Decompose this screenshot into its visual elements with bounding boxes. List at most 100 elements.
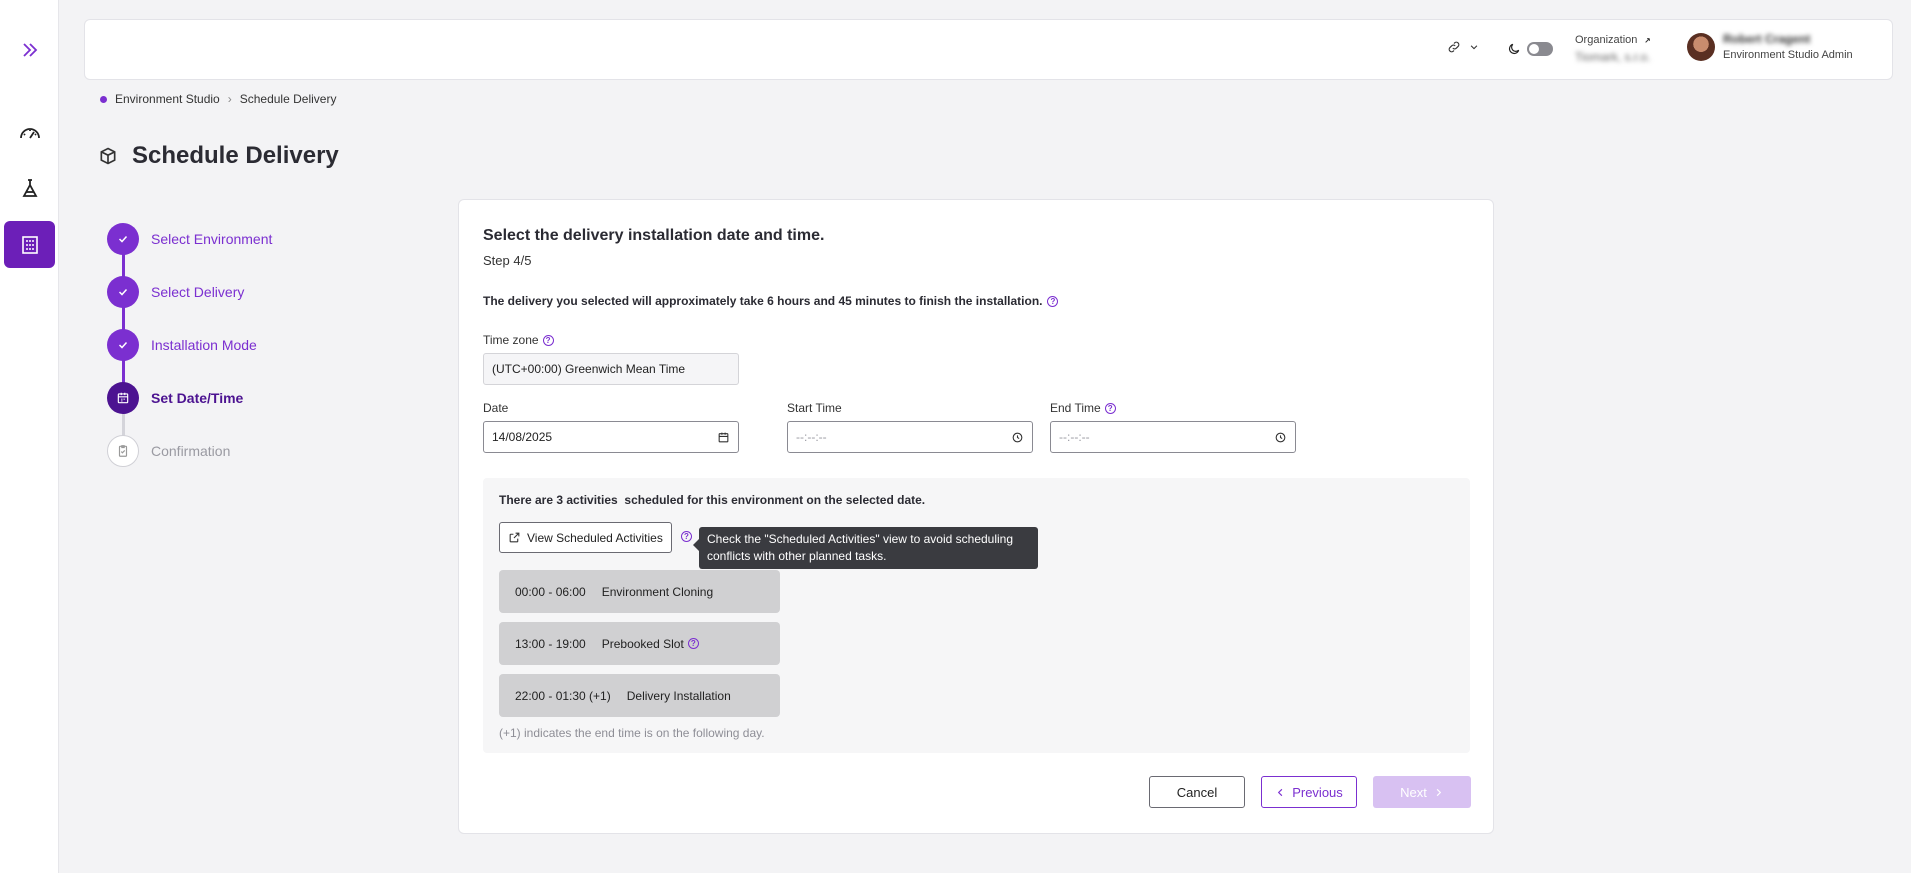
cancel-button[interactable]: Cancel [1149, 776, 1245, 808]
help-icon[interactable]: ? [1047, 295, 1059, 307]
previous-button[interactable]: Previous [1261, 776, 1357, 808]
left-rail [0, 0, 59, 873]
activity-name-row: Delivery Installation [627, 689, 731, 703]
start-time-label-text: Start Time [787, 401, 842, 415]
step-set-date-time[interactable]: Set Date/Time [107, 382, 243, 414]
next-label: Next [1400, 784, 1427, 800]
date-label-text: Date [483, 401, 509, 415]
help-icon[interactable]: ? [1104, 402, 1116, 414]
activity-item: 00:00 - 06:00 Environment Cloning [499, 570, 780, 613]
clock-icon[interactable] [1011, 431, 1024, 444]
check-icon [107, 223, 139, 255]
timezone-label-text: Time zone [483, 333, 539, 347]
user-menu[interactable]: Robert Cragent Environment Studio Admin [1687, 32, 1853, 61]
building-icon [21, 235, 38, 254]
rail-item-dashboard[interactable] [4, 109, 55, 156]
scheduled-activities-panel: There are 3 activities scheduled for thi… [483, 478, 1470, 753]
link-icon [1448, 41, 1460, 53]
stepper-connector [122, 253, 125, 277]
activity-name: Prebooked Slot [601, 636, 684, 651]
cancel-label: Cancel [1176, 784, 1218, 800]
moon-icon [1509, 43, 1520, 54]
step-label: Select Delivery [151, 284, 245, 300]
end-time-label-text: End Time [1050, 401, 1101, 415]
step-label: Confirmation [151, 443, 231, 459]
clipboard-check-icon [107, 435, 139, 467]
calendar-icon[interactable] [717, 431, 730, 444]
form-step-indicator: Step 4/5 [483, 253, 532, 268]
timezone-label: Time zone ? [483, 333, 554, 347]
activities-footnote: (+1) indicates the end time is on the fo… [499, 726, 765, 740]
help-icon[interactable]: ? [542, 334, 554, 346]
previous-label: Previous [1292, 784, 1343, 800]
date-value: 14/08/2025 [492, 430, 553, 444]
step-label: Installation Mode [151, 337, 257, 353]
top-header: Organization Tiomark, s.r.o. Robert Crag… [84, 19, 1893, 80]
chevron-right-icon [1436, 788, 1442, 796]
view-scheduled-activities-button[interactable]: View Scheduled Activities [499, 522, 672, 553]
step-label: Select Environment [151, 231, 273, 247]
check-icon [107, 329, 139, 361]
timezone-field: (UTC+00:00) Greenwich Mean Time [483, 353, 739, 385]
step-installation-mode[interactable]: Installation Mode [107, 329, 257, 361]
activity-time: 13:00 - 19:00 [515, 636, 586, 651]
flask-icon [21, 178, 38, 197]
stepper-connector [122, 412, 125, 436]
dark-mode-switch[interactable] [1527, 42, 1553, 56]
organization-label-row: Organization [1575, 34, 1652, 46]
expand-rail-button[interactable] [4, 26, 55, 73]
check-icon [107, 276, 139, 308]
help-icon[interactable]: ? [687, 638, 699, 649]
step-label: Set Date/Time [151, 390, 244, 406]
avatar [1687, 32, 1715, 61]
activity-time: 22:00 - 01:30 (+1) [515, 688, 611, 703]
activity-name-row: Environment Cloning [602, 585, 713, 599]
tooltip: Check the "Scheduled Activities" view to… [693, 527, 1038, 569]
activity-name: Delivery Installation [626, 688, 731, 703]
start-time-input[interactable]: --:--:-- [787, 421, 1033, 453]
date-label: Date [483, 401, 508, 415]
duration-note-text: The delivery you selected will approxima… [483, 294, 1043, 308]
theme-toggle[interactable] [1507, 42, 1553, 56]
breadcrumb-root-link[interactable]: Environment Studio [115, 92, 220, 106]
rail-item-lab[interactable] [4, 165, 55, 212]
chevron-down-icon [1470, 45, 1478, 50]
view-scheduled-activities-label: View Scheduled Activities [527, 530, 663, 545]
duration-note: The delivery you selected will approxima… [483, 294, 1059, 308]
schedule-form-card: Select the delivery installation date an… [458, 199, 1494, 834]
chevron-left-icon [1278, 788, 1283, 796]
step-select-environment[interactable]: Select Environment [107, 223, 272, 255]
activity-time: 00:00 - 06:00 [515, 584, 586, 599]
date-input[interactable]: 14/08/2025 [483, 421, 739, 453]
end-time-input[interactable]: --:--:-- [1050, 421, 1296, 453]
activities-title: There are 3 activities scheduled for thi… [499, 493, 926, 507]
user-role: Environment Studio Admin [1723, 49, 1853, 61]
form-title: Select the delivery installation date an… [483, 227, 825, 244]
breadcrumb-current: Schedule Delivery [239, 92, 337, 106]
organization-switcher[interactable]: Organization Tiomark, s.r.o. [1575, 34, 1652, 64]
swap-icon [1645, 37, 1651, 43]
start-time-label: Start Time [787, 401, 842, 415]
next-button[interactable]: Next [1373, 776, 1471, 808]
step-confirmation: Confirmation [107, 435, 230, 467]
step-select-delivery[interactable]: Select Delivery [107, 276, 244, 308]
calendar-icon [107, 382, 139, 414]
stepper-connector [122, 306, 125, 330]
user-info: Robert Cragent Environment Studio Admin [1723, 32, 1853, 61]
activity-name: Environment Cloning [601, 584, 714, 599]
link-menu-button[interactable] [1447, 40, 1479, 54]
start-time-placeholder: --:--:-- [796, 430, 827, 444]
activity-item: 13:00 - 19:00 Prebooked Slot ? [499, 622, 780, 665]
clock-icon[interactable] [1274, 431, 1287, 444]
breadcrumb-separator-icon: › [227, 92, 232, 106]
speedometer-icon [19, 127, 40, 138]
help-icon[interactable]: ? [681, 531, 692, 542]
organization-value: Tiomark, s.r.o. [1575, 50, 1651, 64]
package-icon [100, 147, 116, 165]
rail-item-environment-studio[interactable] [4, 221, 55, 268]
timezone-value: (UTC+00:00) Greenwich Mean Time [492, 362, 686, 376]
double-chevron-right-icon [22, 42, 37, 57]
breadcrumb-dot-icon [100, 95, 107, 103]
page-header: Schedule Delivery [98, 142, 339, 170]
external-link-icon [509, 532, 520, 543]
